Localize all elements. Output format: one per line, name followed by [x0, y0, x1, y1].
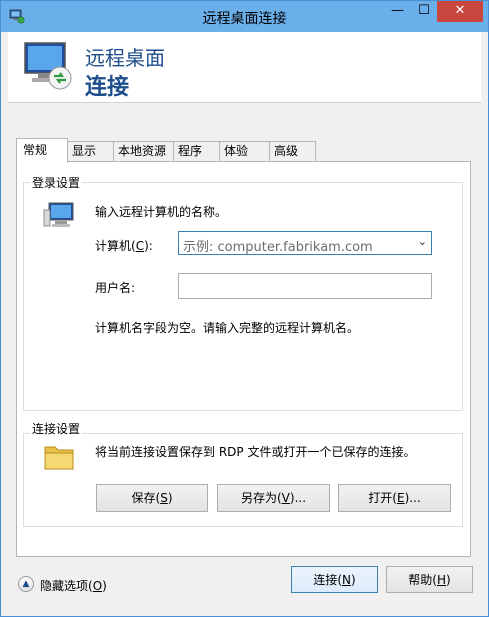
chevron-down-icon[interactable]: ⌄ — [418, 235, 427, 248]
tab-general[interactable]: 常规 — [16, 138, 68, 163]
general-tab-panel: 登录设置 输入远程计算机的名称。 计算机(C): 示例: computer.fa… — [16, 161, 471, 557]
banner-title-line1: 远程桌面 — [85, 46, 165, 70]
hide-options-label: 隐藏选项(O) — [40, 579, 107, 593]
username-field[interactable] — [178, 273, 432, 299]
connection-description: 将当前连接设置保存到 RDP 文件或打开一个已保存的连接。 — [95, 445, 416, 459]
computer-placeholder: 示例: computer.fabrikam.com — [183, 240, 373, 255]
maximize-button[interactable]: ☐ — [411, 1, 437, 22]
logon-settings-label: 登录设置 — [30, 174, 83, 191]
help-button[interactable]: 帮助(H) — [386, 566, 473, 593]
close-button[interactable]: ✕ — [437, 1, 483, 22]
computer-label: 计算机(C): — [95, 239, 153, 253]
header-banner: 远程桌面 连接 — [8, 32, 481, 102]
connection-settings-label: 连接设置 — [30, 420, 83, 437]
banner-divider — [8, 102, 481, 103]
connect-button[interactable]: 连接(N) — [291, 566, 378, 593]
folder-icon — [44, 446, 74, 470]
computer-combobox[interactable]: 示例: computer.fabrikam.com ⌄ — [178, 231, 432, 255]
tab-experience[interactable]: 体验 — [219, 141, 270, 162]
save-button[interactable]: 保存(S) — [96, 484, 208, 512]
banner-title-line2: 连接 — [85, 75, 130, 100]
minimize-button[interactable]: — — [384, 1, 411, 22]
tab-advanced[interactable]: 高级 — [269, 141, 316, 162]
chevron-up-icon[interactable]: ▲ — [18, 576, 34, 592]
save-as-button[interactable]: 另存为(V)... — [217, 484, 330, 512]
remote-desktop-monitor-icon — [24, 42, 72, 90]
tab-local-resources[interactable]: 本地资源 — [113, 141, 174, 162]
instruction-text: 输入远程计算机的名称。 — [95, 205, 228, 219]
computer-icon — [43, 202, 74, 227]
rdp-window: 远程桌面连接 — ☐ ✕ 远程桌面 连接 常规 显示 本地资源 程序 体验 高级… — [0, 0, 489, 617]
tab-display[interactable]: 显示 — [67, 141, 114, 162]
tab-programs[interactable]: 程序 — [173, 141, 220, 162]
username-label: 用户名: — [95, 281, 136, 295]
empty-name-warning: 计算机名字段为空。请输入完整的远程计算机名。 — [95, 321, 360, 335]
open-button[interactable]: 打开(E)... — [338, 484, 451, 512]
title-bar[interactable]: 远程桌面连接 — ☐ ✕ — [1, 1, 488, 32]
